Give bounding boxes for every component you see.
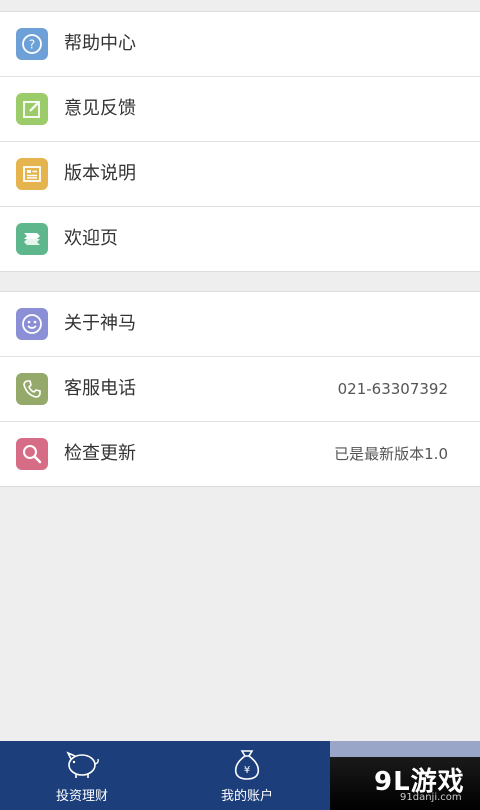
- menu-item-label: 帮助中心: [64, 33, 136, 54]
- menu-item-about[interactable]: 关于神马: [0, 292, 480, 356]
- smiley-icon: [16, 308, 48, 340]
- menu-item-customer-service[interactable]: 客服电话 021-63307392: [0, 356, 480, 421]
- tab-my-account[interactable]: ¥ 我的账户: [182, 741, 312, 810]
- menu-item-label: 意见反馈: [64, 98, 136, 119]
- money-bag-icon: ¥: [234, 750, 260, 780]
- tab-invest[interactable]: 投资理财: [17, 741, 147, 810]
- version-status: 已是最新版本1.0: [334, 445, 448, 463]
- phone-icon: [16, 373, 48, 405]
- menu-item-help-center[interactable]: ? 帮助中心: [0, 12, 480, 76]
- about-menu-group: 关于神马 客服电话 021-63307392 检查更新 已是最新版本1.0: [0, 291, 480, 487]
- tab-label: 投资理财: [55, 789, 108, 804]
- menu-item-label: 检查更新: [64, 443, 136, 464]
- edit-note-icon: [16, 93, 48, 125]
- piggy-bank-icon: [66, 751, 99, 778]
- menu-item-version-notes[interactable]: 版本说明: [0, 141, 480, 206]
- tab-label: 我的账户: [220, 789, 273, 804]
- menu-item-label: 客服电话: [64, 378, 136, 399]
- menu-item-welcome-page[interactable]: 欢迎页: [0, 206, 480, 271]
- menu-item-feedback[interactable]: 意见反馈: [0, 76, 480, 141]
- menu-item-label: 关于神马: [64, 313, 136, 334]
- svg-text:¥: ¥: [244, 765, 250, 776]
- watermark-logo: 9L游戏 91danji.com: [330, 741, 480, 810]
- svg-text:?: ?: [29, 38, 35, 52]
- menu-item-label: 版本说明: [64, 163, 136, 184]
- watermark-site-text: 91danji.com: [400, 792, 462, 803]
- menu-item-check-update[interactable]: 检查更新 已是最新版本1.0: [0, 421, 480, 486]
- document-icon: [16, 158, 48, 190]
- question-icon: ?: [16, 28, 48, 60]
- phone-number[interactable]: 021-63307392: [338, 357, 448, 421]
- menu-item-label: 欢迎页: [64, 228, 118, 249]
- help-menu-group: ? 帮助中心 意见反馈 版本说明 欢迎页: [0, 11, 480, 272]
- welcome-flag-icon: [16, 223, 48, 255]
- search-icon: [16, 438, 48, 470]
